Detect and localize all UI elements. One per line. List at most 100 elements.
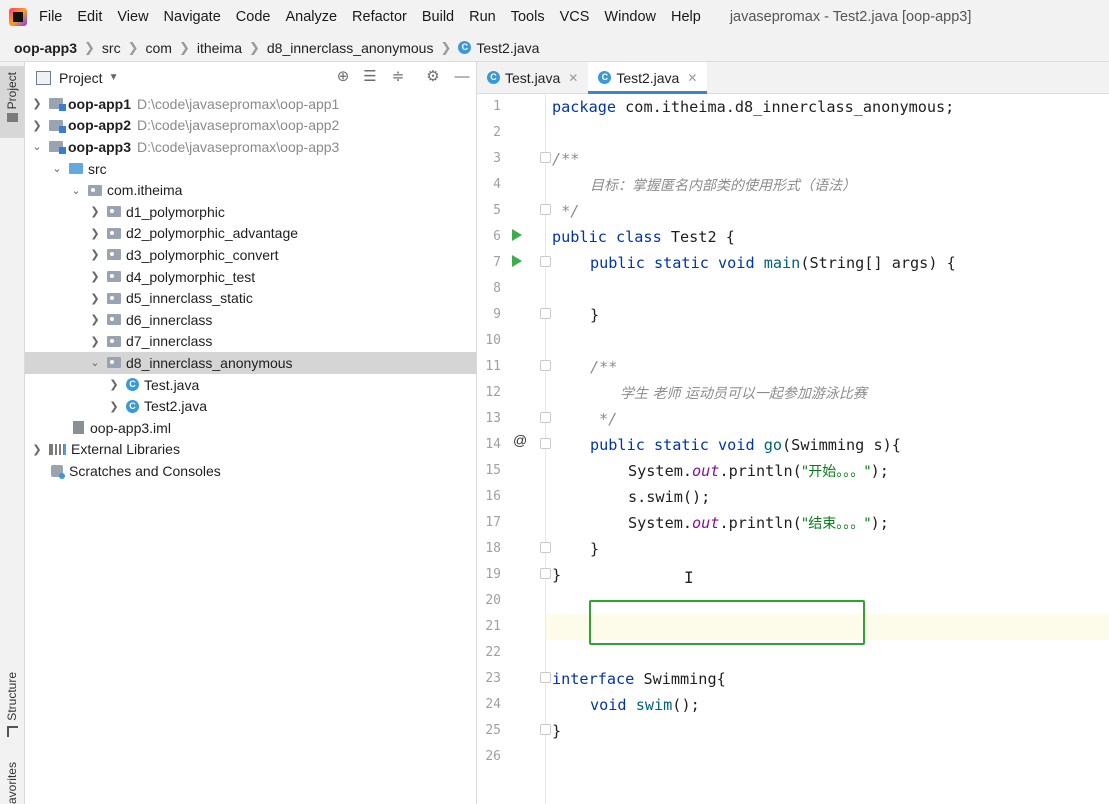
tree-item-d7[interactable]: ❯ d7_innerclass (25, 331, 476, 353)
code-line-3: /** (546, 146, 1109, 172)
breadcrumb-item-src[interactable]: src (102, 40, 121, 56)
gear-icon[interactable]: ⚙ (424, 68, 442, 86)
tree-item-path: D:\code\javasepromax\oop-app2 (137, 117, 340, 134)
chevron-right-icon[interactable]: ❯ (31, 443, 43, 456)
menu-edit[interactable]: Edit (77, 9, 102, 25)
chevron-right-icon: ❯ (440, 39, 452, 55)
menu-run[interactable]: Run (469, 9, 496, 25)
comment: 目标：掌握匿名内部类的使用形式（语法） (590, 178, 856, 194)
breadcrumb-item-itheima[interactable]: itheima (197, 40, 242, 56)
menu-analyze[interactable]: Analyze (285, 9, 337, 25)
code-text: Test2 { (670, 228, 735, 246)
tree-item-scratches[interactable]: Scratches and Consoles (25, 460, 476, 482)
folder-icon (6, 113, 18, 123)
editor-gutter[interactable]: 1 2 3 4 5 6 7 8 9 10 11 12 13 14 15 16 1… (477, 94, 551, 804)
menu-tools[interactable]: Tools (511, 9, 545, 25)
tree-item-external-libraries[interactable]: ❯ External Libraries (25, 439, 476, 461)
project-tool-button[interactable]: Project (0, 66, 24, 138)
package-icon (107, 292, 121, 304)
chevron-down-icon[interactable]: ⌄ (70, 184, 82, 197)
tree-item-d3[interactable]: ❯ d3_polymorphic_convert (25, 244, 476, 266)
tab-test-java[interactable]: C Test.java ✕ (477, 62, 588, 93)
run-main-icon[interactable] (512, 255, 522, 267)
chevron-down-icon[interactable]: ▼ (109, 72, 119, 83)
chevron-right-icon[interactable]: ❯ (108, 400, 120, 413)
chevron-right-icon[interactable]: ❯ (108, 378, 120, 391)
menu-navigate[interactable]: Navigate (164, 9, 221, 25)
menu-file[interactable]: File (39, 9, 62, 25)
tree-item-com-itheima[interactable]: ⌄ com.itheima (25, 179, 476, 201)
tree-item-iml[interactable]: oop-app3.iml (25, 417, 476, 439)
tree-item-d4[interactable]: ❯ d4_polymorphic_test (25, 266, 476, 288)
line-number: 14 (485, 437, 501, 452)
tree-item-oop-app2[interactable]: ❯ oop-app2 D:\code\javasepromax\oop-app2 (25, 115, 476, 137)
chevron-right-icon[interactable]: ❯ (89, 205, 101, 218)
tree-item-src[interactable]: ⌄ src (25, 158, 476, 180)
chevron-down-icon[interactable]: ⌄ (89, 356, 101, 369)
window-title: javasepromax - Test2.java [oop-app3] (729, 9, 972, 25)
chevron-right-icon[interactable]: ❯ (89, 227, 101, 240)
structure-tool-button[interactable]: Structure (0, 672, 24, 747)
tree-item-oop-app1[interactable]: ❯ oop-app1 D:\code\javasepromax\oop-app1 (25, 93, 476, 115)
menu-window[interactable]: Window (604, 9, 656, 25)
menu-refactor[interactable]: Refactor (352, 9, 407, 25)
code-line-15: System.out.println("开始。。。"); (546, 458, 1109, 484)
breadcrumb-item-com[interactable]: com (145, 40, 171, 56)
keyword: public class (552, 228, 671, 246)
expand-all-icon[interactable]: ☰ (361, 68, 379, 86)
collapse-all-icon[interactable]: ≑ (389, 68, 407, 86)
chevron-right-icon[interactable]: ❯ (89, 248, 101, 261)
chevron-down-icon[interactable]: ⌄ (51, 162, 63, 175)
menu-view[interactable]: View (117, 9, 148, 25)
code-text: ); (870, 514, 889, 532)
menu-code[interactable]: Code (236, 9, 271, 25)
chevron-right-icon[interactable]: ❯ (31, 97, 43, 110)
menu-build[interactable]: Build (422, 9, 454, 25)
implementations-icon[interactable]: @ (513, 432, 527, 448)
breadcrumb-item-project[interactable]: oop-app3 (14, 40, 77, 56)
chevron-right-icon: ❯ (84, 39, 95, 55)
project-tool-label: Project (5, 72, 19, 110)
tree-item-d2[interactable]: ❯ d2_polymorphic_advantage (25, 223, 476, 245)
tree-item-d5[interactable]: ❯ d5_innerclass_static (25, 287, 476, 309)
line-number: 3 (493, 151, 501, 166)
code-text: } (590, 306, 600, 324)
line-number: 23 (485, 671, 501, 686)
module-folder-icon (49, 119, 66, 133)
line-number: 1 (493, 99, 501, 114)
chevron-right-icon[interactable]: ❯ (89, 292, 101, 305)
menu-help[interactable]: Help (671, 9, 701, 25)
tree-item-test2-java[interactable]: ❯ C Test2.java (25, 395, 476, 417)
tree-item-label: d1_polymorphic (126, 203, 225, 220)
tree-item-d6[interactable]: ❯ d6_innerclass (25, 309, 476, 331)
locate-file-icon[interactable]: ⊕ (334, 68, 352, 86)
close-icon[interactable]: ✕ (568, 71, 578, 85)
tree-item-oop-app3[interactable]: ⌄ oop-app3 D:\code\javasepromax\oop-app3 (25, 136, 476, 158)
code-line-24: void swim(); (546, 692, 1109, 718)
java-class-icon: C (487, 71, 500, 84)
intellij-logo-icon[interactable] (9, 8, 27, 26)
breadcrumb-item-package[interactable]: d8_innerclass_anonymous (267, 40, 434, 56)
tree-item-label: Test2.java (144, 398, 208, 415)
package-icon (107, 335, 121, 347)
breadcrumb-item-file[interactable]: Test2.java (476, 40, 539, 56)
favorites-tool-button[interactable]: avorites (0, 762, 24, 804)
tab-test2-java[interactable]: C Test2.java ✕ (588, 62, 708, 94)
code-editor[interactable]: package com.itheima.d8_innerclass_anonym… (546, 94, 1109, 804)
highlight-box (589, 600, 865, 645)
code-text: System. (628, 462, 693, 480)
chevron-right-icon[interactable]: ❯ (31, 119, 43, 132)
hide-panel-icon[interactable]: — (453, 68, 471, 86)
tree-item-d8[interactable]: ⌄ d8_innerclass_anonymous (25, 352, 476, 374)
tree-item-d1[interactable]: ❯ d1_polymorphic (25, 201, 476, 223)
chevron-down-icon[interactable]: ⌄ (31, 140, 43, 153)
close-icon[interactable]: ✕ (687, 71, 697, 85)
chevron-right-icon[interactable]: ❯ (89, 270, 101, 283)
chevron-right-icon[interactable]: ❯ (89, 313, 101, 326)
menu-vcs[interactable]: VCS (560, 9, 590, 25)
tree-item-test-java[interactable]: ❯ C Test.java (25, 374, 476, 396)
project-panel-title[interactable]: Project (59, 70, 103, 86)
chevron-right-icon[interactable]: ❯ (89, 335, 101, 348)
run-class-icon[interactable] (512, 229, 522, 241)
line-number: 10 (485, 333, 501, 348)
